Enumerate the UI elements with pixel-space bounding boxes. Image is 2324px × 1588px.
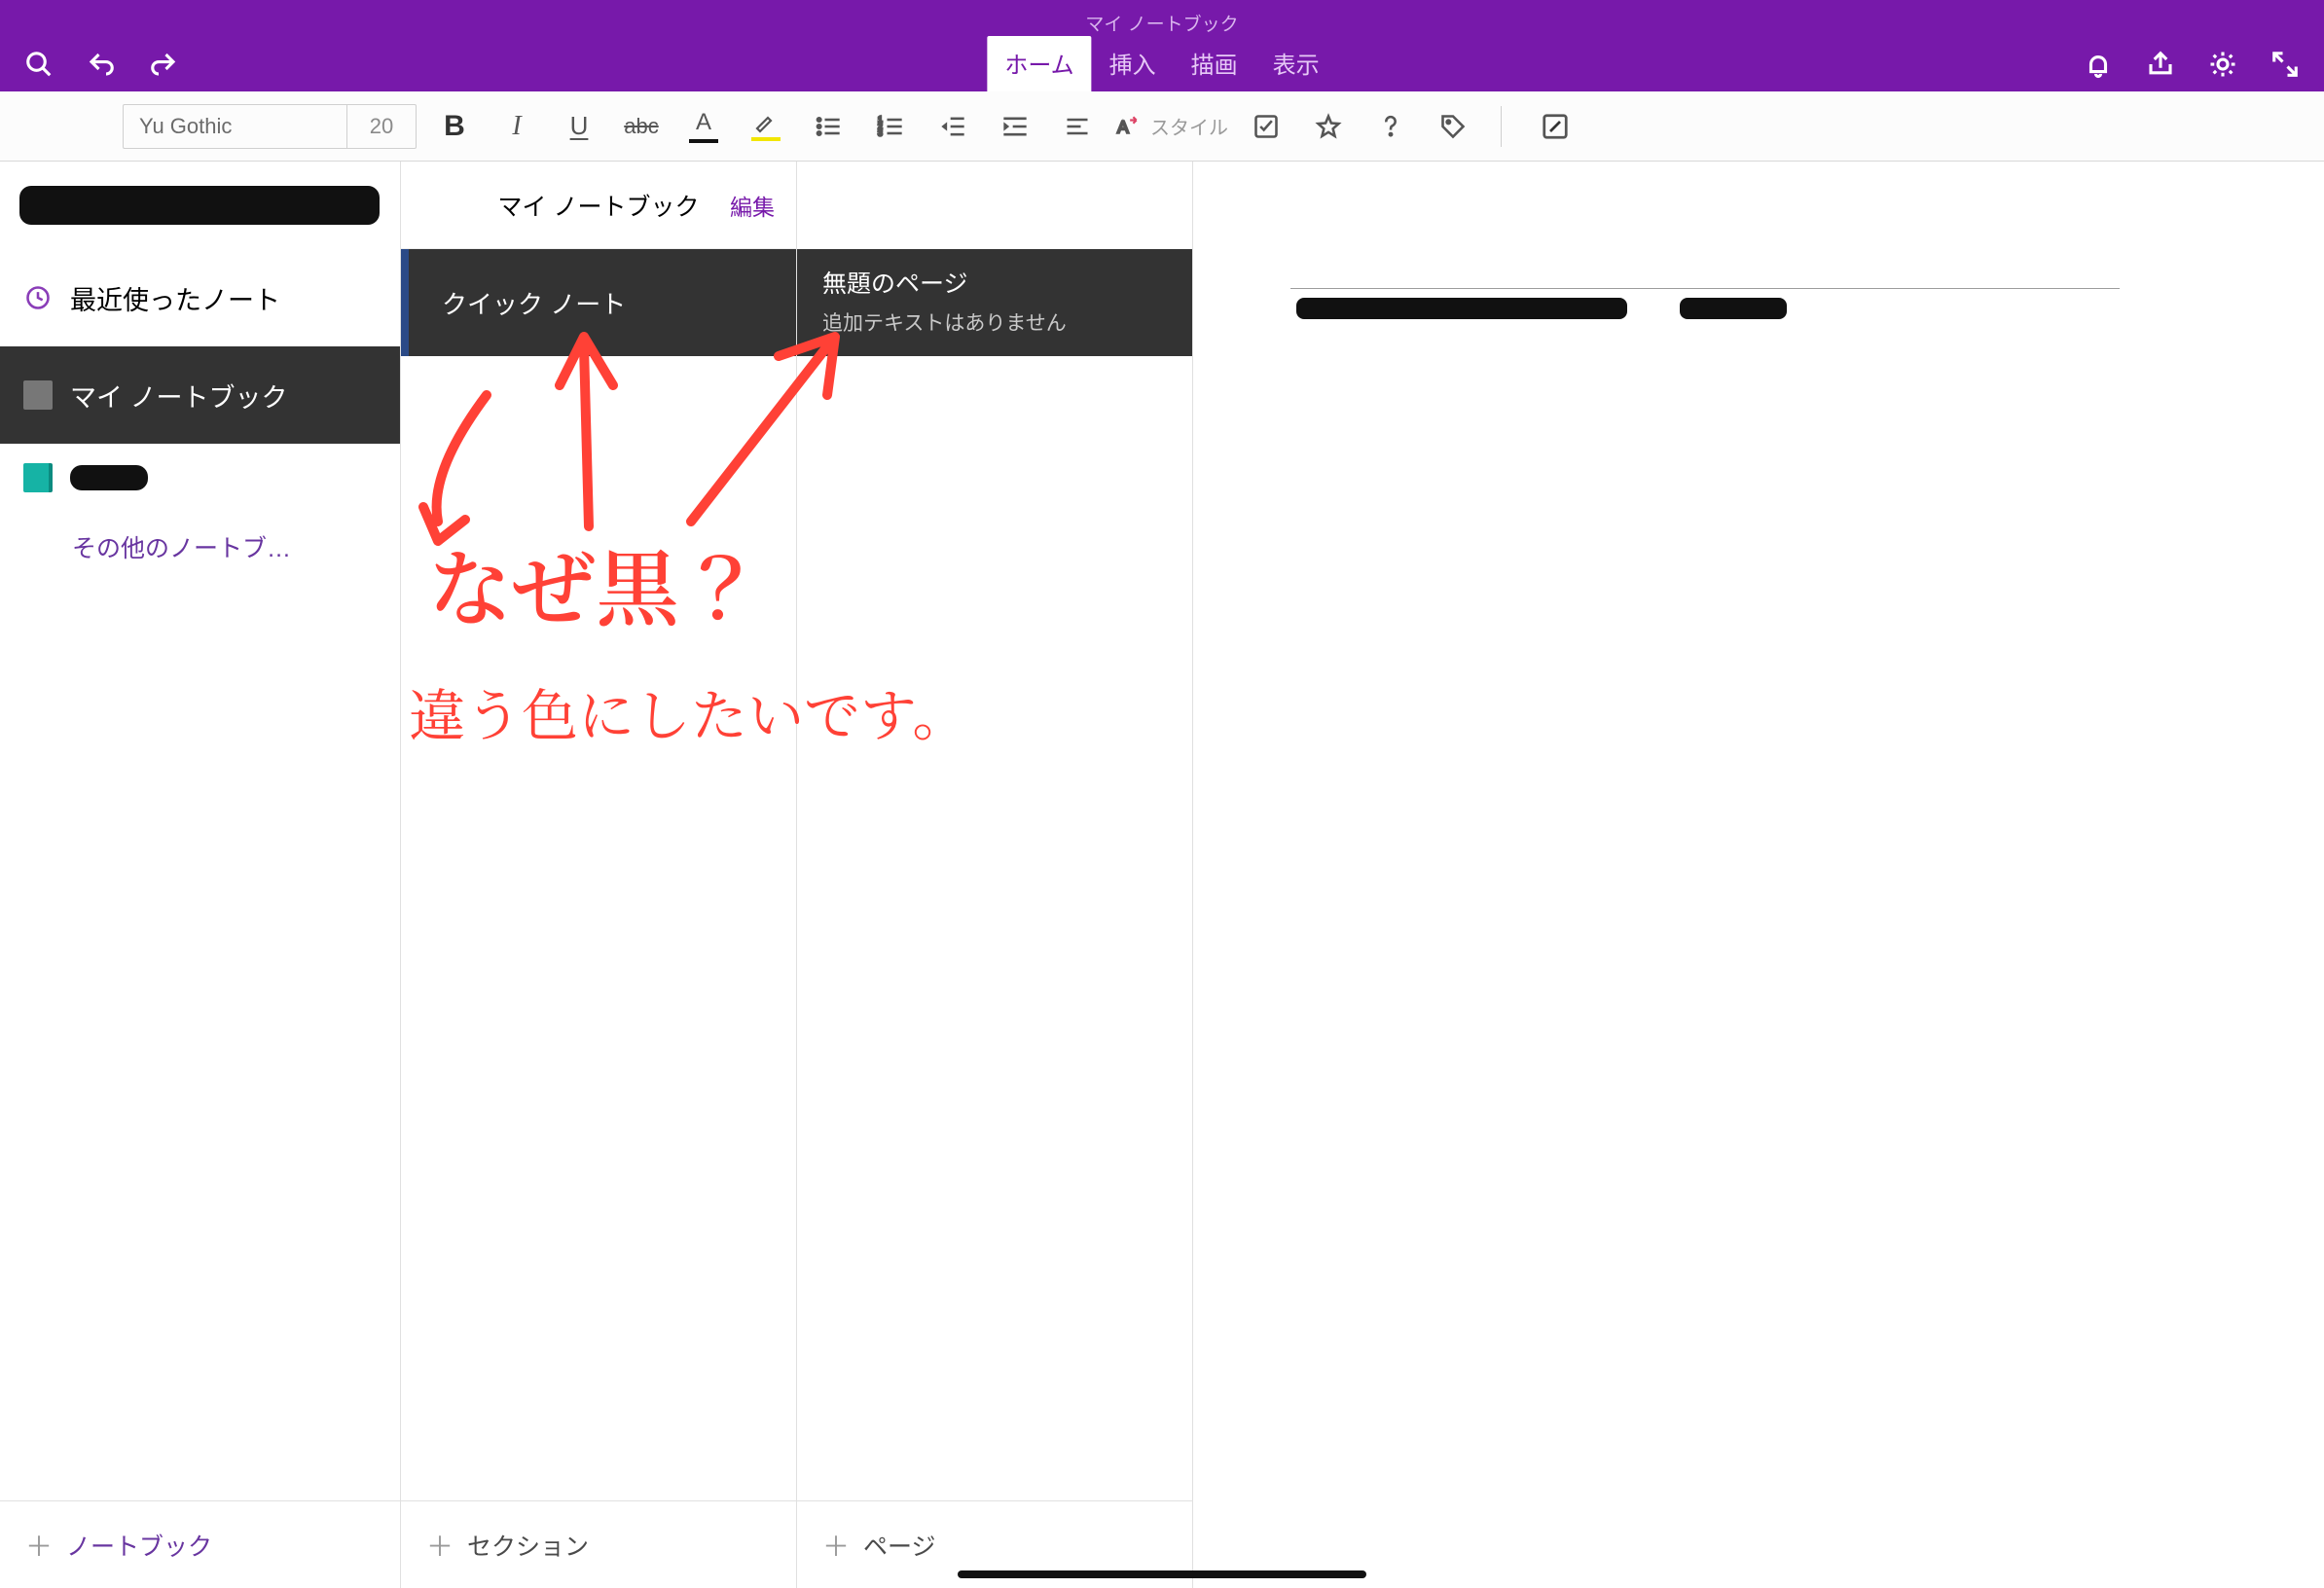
font-selector-group: Yu Gothic 20: [123, 104, 417, 149]
redacted-account-name: [19, 186, 380, 225]
clock-icon: [23, 283, 53, 312]
add-section-label: セクション: [467, 1528, 589, 1563]
share-icon[interactable]: [2143, 47, 2178, 82]
ribbon-separator: [1501, 106, 1502, 147]
page-title-underline: [1290, 288, 2120, 289]
plus-icon: ＋: [426, 1526, 454, 1565]
tag-button[interactable]: [1429, 104, 1477, 149]
notification-bell-icon[interactable]: [2081, 47, 2116, 82]
sidebar-item-label: マイ ノートブック: [70, 377, 288, 415]
add-page-label: ページ: [863, 1528, 936, 1563]
notebook-icon: [23, 380, 53, 410]
section-item-quicknotes[interactable]: クイック ノート: [401, 249, 796, 356]
redacted-text-2: [1680, 298, 1787, 319]
notebook-panel: 最近使ったノート マイ ノートブック その他のノートブ… ＋ ノートブック: [0, 162, 401, 1588]
main-area: 最近使ったノート マイ ノートブック その他のノートブ… ＋ ノートブック マイ…: [0, 162, 2324, 1588]
add-section-button[interactable]: ＋ セクション: [401, 1500, 796, 1588]
outdent-button[interactable]: [928, 104, 977, 149]
font-name-dropdown[interactable]: Yu Gothic: [124, 105, 347, 148]
app-top-bar: マイ ノートブック ホーム 挿入 描画 表示: [0, 0, 2324, 91]
add-notebook-button[interactable]: ＋ ノートブック: [0, 1500, 400, 1588]
numbered-list-button[interactable]: 123: [866, 104, 915, 149]
sidebar-item-notebook2[interactable]: [0, 444, 400, 512]
note-canvas[interactable]: [1193, 162, 2324, 1588]
highlight-button[interactable]: [742, 104, 790, 149]
page-item-title: 無題のページ: [822, 265, 1167, 300]
tab-home[interactable]: ホーム: [987, 36, 1091, 91]
page-item-untitled[interactable]: 無題のページ 追加テキストはありません: [797, 249, 1192, 356]
styles-label: スタイル: [1150, 112, 1228, 140]
underline-button[interactable]: U: [555, 104, 603, 149]
redacted-text-1: [1296, 298, 1627, 319]
ribbon-tabs: ホーム 挿入 描画 表示: [987, 36, 1336, 91]
sidebar-item-my-notebook[interactable]: マイ ノートブック: [0, 346, 400, 444]
redacted-notebook-name: [70, 465, 148, 490]
plus-icon: ＋: [25, 1526, 53, 1565]
font-color-button[interactable]: A: [679, 104, 728, 149]
todo-checkbox-button[interactable]: [1242, 104, 1290, 149]
edit-sections-button[interactable]: 編集: [730, 189, 775, 222]
strikethrough-button[interactable]: abc: [617, 104, 666, 149]
bullet-list-button[interactable]: [804, 104, 853, 149]
ribbon: Yu Gothic 20 B I U abc A 123 A スタイル: [0, 91, 2324, 162]
sidebar-item-label: 最近使ったノート: [70, 279, 280, 317]
tab-draw[interactable]: 描画: [1174, 36, 1255, 91]
section-panel-title: マイ ノートブック: [498, 188, 700, 223]
add-notebook-label: ノートブック: [66, 1528, 212, 1563]
gear-icon[interactable]: [2205, 47, 2240, 82]
search-icon[interactable]: [21, 47, 56, 82]
account-header[interactable]: [0, 162, 400, 249]
section-panel: マイ ノートブック 編集 クイック ノート ＋ セクション: [401, 162, 797, 1588]
align-button[interactable]: [1053, 104, 1102, 149]
section-item-label: クイック ノート: [442, 285, 626, 321]
sidebar-item-recent-notes[interactable]: 最近使ったノート: [0, 249, 400, 346]
svg-text:A: A: [1117, 117, 1129, 136]
redo-icon[interactable]: [146, 47, 181, 82]
svg-text:3: 3: [878, 128, 883, 137]
page-panel: 無題のページ 追加テキストはありません ＋ ページ: [797, 162, 1193, 1588]
home-indicator: [958, 1570, 1366, 1578]
notebook-teal-icon: [23, 463, 53, 492]
favorite-star-button[interactable]: [1304, 104, 1353, 149]
page-item-subtitle: 追加テキストはありません: [822, 307, 1167, 337]
indent-button[interactable]: [991, 104, 1039, 149]
fullscreen-icon[interactable]: [2268, 47, 2303, 82]
tab-insert[interactable]: 挿入: [1092, 36, 1174, 91]
more-notebooks-link[interactable]: その他のノートブ…: [49, 512, 400, 582]
app-title: マイ ノートブック: [0, 0, 2324, 36]
undo-icon[interactable]: [84, 47, 119, 82]
italic-button[interactable]: I: [492, 104, 541, 149]
help-question-button[interactable]: [1366, 104, 1415, 149]
section-panel-header: マイ ノートブック 編集: [401, 162, 796, 249]
plus-icon: ＋: [822, 1526, 850, 1565]
styles-button[interactable]: A スタイル: [1115, 104, 1228, 149]
bold-button[interactable]: B: [430, 104, 479, 149]
ink-mode-button[interactable]: [1531, 104, 1580, 149]
tab-view[interactable]: 表示: [1255, 36, 1337, 91]
font-size-input[interactable]: 20: [347, 105, 416, 148]
